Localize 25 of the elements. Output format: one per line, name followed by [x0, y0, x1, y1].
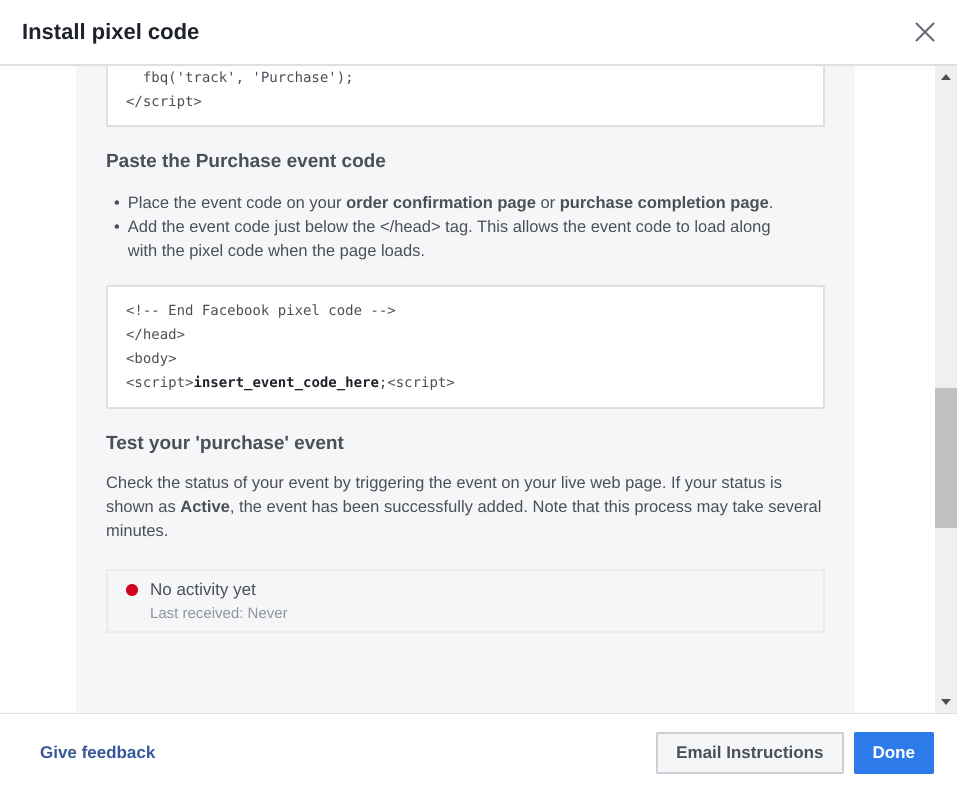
- status-title: No activity yet: [150, 579, 257, 601]
- close-icon: [915, 22, 935, 42]
- scroll-down-icon[interactable]: [941, 699, 951, 705]
- code-line: </script>: [126, 93, 203, 112]
- done-button[interactable]: Done: [854, 732, 934, 774]
- description-text: Check the status of your event by triggering the event on your live web page. If your status is shown as Active, the event has been successfully added. Note that this process may take several minutes.: [106, 473, 822, 542]
- code-line: <script>insert_event_code_here;<script>: [126, 374, 456, 393]
- close-button[interactable]: [915, 22, 935, 42]
- code-line: <body>: [126, 350, 178, 369]
- dialog-title: Install pixel code: [22, 19, 200, 45]
- scrollbar-thumb[interactable]: [935, 388, 957, 528]
- code-line: fbq('track', 'Purchase');: [142, 69, 355, 88]
- bullet-item: Add the event code just below the </head> tag. This allows the event code to load along with the pixel code when the page loads.: [128, 217, 772, 262]
- code-line: <!-- End Facebook pixel code -->: [126, 302, 397, 321]
- code-line: </head>: [126, 326, 186, 345]
- bullet-marker: •: [114, 217, 120, 238]
- bullet-item: Place the event code on your order confirmation page or purchase completion page.: [128, 193, 774, 214]
- email-button[interactable]: Email Instructions: [656, 732, 844, 774]
- bullet-marker: •: [114, 193, 120, 214]
- section-heading: Test your 'purchase' event: [106, 433, 345, 455]
- scrollbar[interactable]: [935, 66, 957, 713]
- feedback-link[interactable]: Give feedback: [40, 743, 156, 763]
- status-subtitle: Last received: Never: [150, 604, 288, 624]
- scroll-up-icon[interactable]: [941, 74, 951, 80]
- section-heading: Paste the Purchase event code: [106, 151, 387, 173]
